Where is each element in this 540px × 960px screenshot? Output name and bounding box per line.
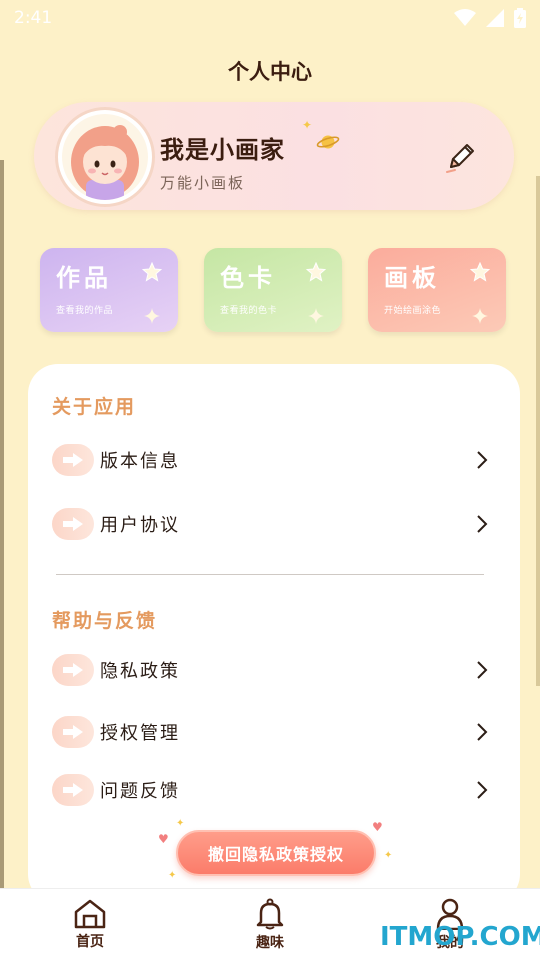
arrow-right-icon	[52, 508, 94, 540]
pencil-icon	[446, 144, 474, 173]
menu-item-label: 隐私政策	[100, 661, 180, 682]
menu-item-user-agreement[interactable]: 用户协议	[52, 504, 492, 544]
scrollbar[interactable]	[536, 176, 540, 686]
status-icons	[454, 8, 526, 28]
tab-fun-label: 趣味	[256, 934, 284, 951]
menu-item-label: 问题反馈	[100, 781, 180, 802]
heart-icon: ♥	[158, 832, 169, 846]
heart-icon: ♥	[372, 820, 383, 834]
home-icon	[74, 899, 106, 928]
watermark: ITMOP.COM	[380, 922, 540, 952]
menu-item-version-info[interactable]: 版本信息	[52, 440, 492, 480]
planet-icon	[316, 135, 340, 149]
chevron-right-icon	[477, 661, 488, 679]
sparkle-icon	[308, 308, 324, 324]
revoke-privacy-button[interactable]: 撤回隐私政策授权	[176, 830, 376, 876]
battery-icon	[514, 8, 526, 28]
status-time: 2:41	[14, 8, 53, 28]
arrow-right-icon	[52, 444, 94, 476]
menu-item-label: 用户协议	[100, 515, 180, 536]
menu-item-authorization[interactable]: 授权管理	[52, 712, 492, 752]
star-icon	[470, 262, 490, 282]
arrow-right-icon	[52, 654, 94, 686]
chevron-right-icon	[477, 515, 488, 533]
palette-card[interactable]: 色卡 查看我的色卡	[204, 248, 342, 332]
wifi-icon	[454, 9, 476, 26]
edit-profile-button[interactable]	[442, 138, 480, 176]
section-title-about: 关于应用	[52, 396, 137, 418]
sparkle-icon: ✦	[176, 818, 185, 829]
chevron-right-icon	[477, 451, 488, 469]
drawing-board-card[interactable]: 画板 开始绘画涂色	[368, 248, 506, 332]
star-icon	[142, 262, 162, 282]
menu-item-feedback[interactable]: 问题反馈	[52, 770, 492, 810]
profile-name: 我是小画家	[160, 136, 285, 164]
tab-fun[interactable]: 趣味	[180, 889, 360, 960]
sparkle-icon	[472, 308, 488, 324]
page-title: 个人中心	[228, 60, 312, 84]
section-title-help: 帮助与反馈	[52, 610, 158, 632]
divider	[56, 574, 484, 575]
settings-panel: 关于应用 版本信息 用户协议 帮助与反馈 隐私政策 授权管理 问题反馈 ♥ ✦ …	[28, 364, 520, 904]
works-card[interactable]: 作品 查看我的作品	[40, 248, 178, 332]
sparkle-icon: ✦	[302, 118, 313, 132]
chevron-right-icon	[477, 781, 488, 799]
sparkle-icon	[144, 308, 160, 324]
arrow-right-icon	[52, 774, 94, 806]
tab-home-label: 首页	[76, 933, 104, 950]
signal-icon	[486, 9, 504, 27]
sparkle-icon: ✦	[168, 870, 177, 881]
menu-item-label: 版本信息	[100, 451, 180, 472]
profile-subtitle: 万能小画板	[160, 174, 246, 192]
star-icon	[306, 262, 326, 282]
menu-item-privacy-policy[interactable]: 隐私政策	[52, 650, 492, 690]
profile-card[interactable]: 我是小画家 ✦ 万能小画板	[34, 102, 514, 210]
tab-home[interactable]: 首页	[0, 889, 180, 960]
chevron-right-icon	[477, 723, 488, 741]
menu-item-label: 授权管理	[100, 723, 180, 744]
avatar[interactable]	[58, 110, 152, 204]
arrow-right-icon	[52, 716, 94, 748]
sparkle-icon: ✦	[384, 850, 393, 861]
bell-icon	[256, 898, 284, 929]
status-bar: 2:41	[0, 0, 540, 36]
left-edge-shadow	[0, 160, 4, 890]
